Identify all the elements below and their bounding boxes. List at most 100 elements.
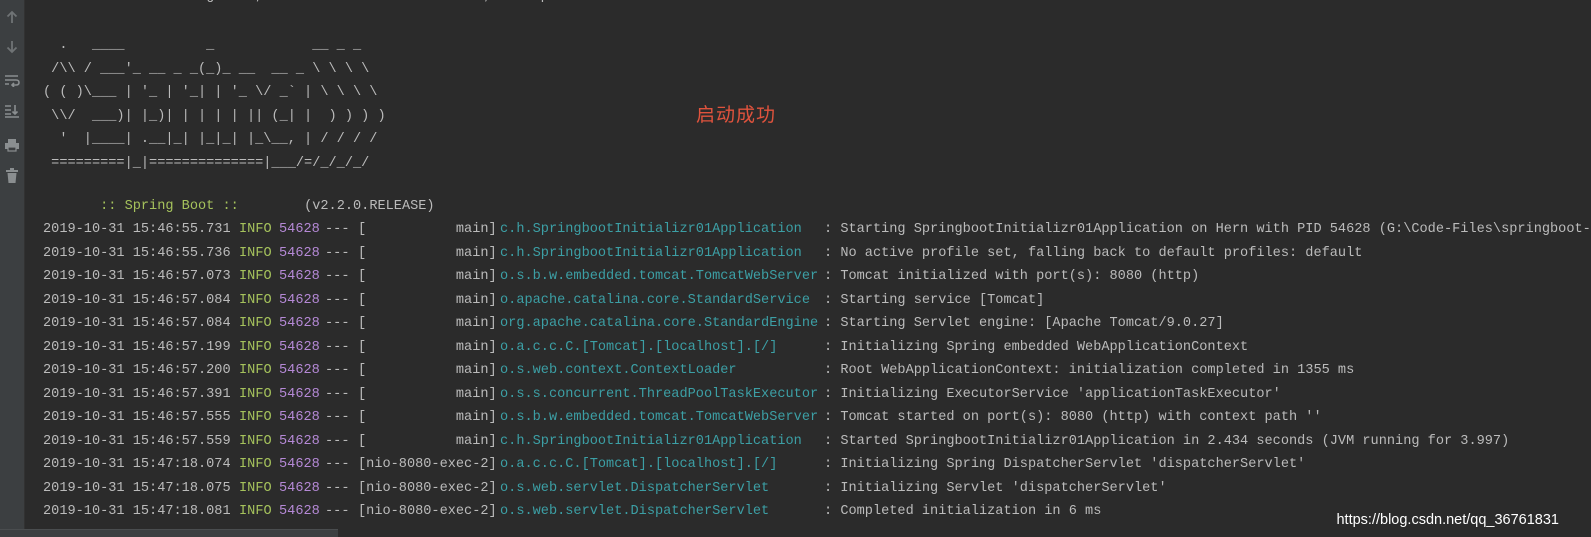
log-row: 2019-10-31 15:47:18.075 INFO 54628 --- [nio-… bbox=[43, 477, 1591, 501]
log-row: 2019-10-31 15:46:57.555 INFO 54628 --- [ mai… bbox=[43, 406, 1591, 430]
log-timestamp: 2019-10-31 15:47:18.081 bbox=[43, 504, 231, 519]
banner-line: ( ( )\___ | '_ | '_| | '_ \/ _` | \ \ \ … bbox=[43, 85, 378, 100]
log-separator: --- bbox=[325, 245, 350, 261]
log-pid: 54628 bbox=[279, 480, 320, 496]
log-level: INFO bbox=[239, 339, 272, 355]
log-level: INFO bbox=[239, 292, 272, 308]
startup-success-annotation: 启动成功 bbox=[696, 104, 777, 126]
log-level: INFO bbox=[239, 386, 272, 402]
log-separator: --- bbox=[325, 269, 350, 284]
log-message: : Starting SpringbootInitializr01Applica… bbox=[824, 222, 1591, 237]
log-logger: o.a.c.c.C.[Tomcat].[localhost].[/] bbox=[500, 339, 778, 355]
log-message: : Initializing Servlet 'dispatcherServle… bbox=[824, 480, 1167, 496]
console-output[interactable]: Connected to the target VM, address: '12… bbox=[43, 0, 1591, 537]
log-thread: [ main] bbox=[358, 245, 497, 261]
log-level: INFO bbox=[239, 269, 272, 284]
log-pid: 54628 bbox=[279, 363, 320, 378]
log-level: INFO bbox=[239, 433, 272, 449]
log-thread: [ main] bbox=[358, 292, 497, 308]
log-timestamp: 2019-10-31 15:46:57.555 bbox=[43, 410, 231, 425]
log-timestamp: 2019-10-31 15:46:57.200 bbox=[43, 363, 231, 378]
log-timestamp: 2019-10-31 15:46:57.559 bbox=[43, 433, 231, 449]
log-pid: 54628 bbox=[279, 245, 320, 261]
log-separator: --- bbox=[325, 363, 350, 378]
connection-line: Connected to the target VM, address: '12… bbox=[43, 0, 655, 8]
log-row: 2019-10-31 15:46:57.199 INFO 54628 --- [ mai… bbox=[43, 336, 1591, 360]
log-pid: 54628 bbox=[279, 504, 320, 519]
log-row: 2019-10-31 15:47:18.074 INFO 54628 --- [nio-… bbox=[43, 453, 1591, 477]
log-timestamp: 2019-10-31 15:47:18.074 bbox=[43, 457, 231, 472]
spring-boot-label: :: Spring Boot :: bbox=[91, 199, 239, 214]
console-toolbar bbox=[0, 0, 25, 537]
log-logger: o.s.web.context.ContextLoader bbox=[500, 363, 737, 378]
log-row: 2019-10-31 15:46:55.736 INFO 54628 --- [ mai… bbox=[43, 242, 1591, 266]
log-separator: --- bbox=[325, 386, 350, 402]
log-thread: [ main] bbox=[358, 269, 497, 284]
log-logger: c.h.SpringbootInitializr01Application bbox=[500, 222, 802, 237]
log-timestamp: 2019-10-31 15:46:57.084 bbox=[43, 292, 231, 308]
banner-line: /\\ / ___'_ __ _ _(_)_ __ __ _ \ \ \ \ bbox=[43, 61, 370, 77]
log-level: INFO bbox=[239, 480, 272, 496]
banner-line: . ____ _ __ _ _ bbox=[43, 38, 362, 53]
scroll-to-end-icon[interactable] bbox=[0, 98, 24, 124]
print-icon[interactable] bbox=[0, 132, 24, 158]
log-logger: o.apache.catalina.core.StandardService bbox=[500, 292, 810, 308]
log-thread: [ main] bbox=[358, 433, 497, 449]
log-logger: o.s.web.servlet.DispatcherServlet bbox=[500, 480, 770, 496]
log-message: : Completed initialization in 6 ms bbox=[824, 504, 1102, 519]
log-level: INFO bbox=[239, 363, 272, 378]
log-pid: 54628 bbox=[279, 410, 320, 425]
log-logger: o.a.c.c.C.[Tomcat].[localhost].[/] bbox=[500, 457, 778, 472]
log-message: : Tomcat started on port(s): 8080 (http)… bbox=[824, 410, 1322, 425]
log-row: 2019-10-31 15:46:55.731 INFO 54628 --- [ mai… bbox=[43, 218, 1591, 242]
log-timestamp: 2019-10-31 15:46:57.084 bbox=[43, 316, 231, 331]
log-logger: c.h.SpringbootInitializr01Application bbox=[500, 245, 802, 261]
log-separator: --- bbox=[325, 480, 350, 496]
log-separator: --- bbox=[325, 316, 350, 331]
log-pid: 54628 bbox=[279, 457, 320, 472]
log-separator: --- bbox=[325, 339, 350, 355]
log-timestamp: 2019-10-31 15:47:18.075 bbox=[43, 480, 231, 496]
log-level: INFO bbox=[239, 222, 272, 237]
log-timestamp: 2019-10-31 15:46:55.731 bbox=[43, 222, 231, 237]
banner-line: ' |____| .__|_| |_|_| |_\__, | / / / / bbox=[43, 132, 378, 147]
log-timestamp: 2019-10-31 15:46:55.736 bbox=[43, 245, 231, 261]
log-logger: c.h.SpringbootInitializr01Application bbox=[500, 433, 802, 449]
log-level: INFO bbox=[239, 457, 272, 472]
log-row: 2019-10-31 15:46:57.391 INFO 54628 --- [ mai… bbox=[43, 383, 1591, 407]
log-thread: [ main] bbox=[358, 386, 497, 402]
log-pid: 54628 bbox=[279, 222, 320, 237]
bottom-panel-strip bbox=[0, 529, 338, 537]
log-message: : Starting service [Tomcat] bbox=[824, 292, 1045, 308]
spring-ascii-banner: . ____ _ __ _ _ /\\ / ___'_ __ _ _(_)_ _… bbox=[43, 34, 386, 175]
log-message: : Initializing Spring embedded WebApplic… bbox=[824, 339, 1249, 355]
log-pid: 54628 bbox=[279, 269, 320, 284]
log-logger: org.apache.catalina.core.StandardEngine bbox=[500, 316, 819, 331]
log-thread: [ main] bbox=[358, 363, 497, 378]
log-timestamp: 2019-10-31 15:46:57.199 bbox=[43, 339, 231, 355]
log-message: : Initializing ExecutorService 'applicat… bbox=[824, 386, 1281, 402]
clear-all-icon[interactable] bbox=[0, 163, 24, 189]
log-pid: 54628 bbox=[279, 316, 320, 331]
log-separator: --- bbox=[325, 504, 350, 519]
log-pid: 54628 bbox=[279, 292, 320, 308]
up-arrow-icon[interactable] bbox=[0, 4, 24, 30]
log-thread: [nio-8080-exec-2] bbox=[358, 457, 497, 472]
log-thread: [nio-8080-exec-2] bbox=[358, 504, 497, 519]
banner-line: \\/ ___)| |_)| | | | | || (_| | ) ) ) ) bbox=[43, 108, 386, 124]
log-message: : Tomcat initialized with port(s): 8080 … bbox=[824, 269, 1200, 284]
log-timestamp: 2019-10-31 15:46:57.391 bbox=[43, 386, 231, 402]
log-level: INFO bbox=[239, 245, 272, 261]
log-message: : No active profile set, falling back to… bbox=[824, 245, 1363, 261]
down-arrow-icon[interactable] bbox=[0, 34, 24, 60]
soft-wrap-icon[interactable] bbox=[0, 67, 24, 93]
log-level: INFO bbox=[239, 316, 272, 331]
log-row: 2019-10-31 15:46:57.084 INFO 54628 --- [ mai… bbox=[43, 289, 1591, 313]
log-logger: o.s.b.w.embedded.tomcat.TomcatWebServer bbox=[500, 410, 819, 425]
log-thread: [ main] bbox=[358, 410, 497, 425]
log-logger: o.s.web.servlet.DispatcherServlet bbox=[500, 504, 770, 519]
log-row: 2019-10-31 15:46:57.200 INFO 54628 --- [ mai… bbox=[43, 359, 1591, 383]
log-message: : Starting Servlet engine: [Apache Tomca… bbox=[824, 316, 1224, 331]
log-logger: o.s.b.w.embedded.tomcat.TomcatWebServer bbox=[500, 269, 819, 284]
spring-boot-version: (v2.2.0.RELEASE) bbox=[304, 199, 435, 214]
